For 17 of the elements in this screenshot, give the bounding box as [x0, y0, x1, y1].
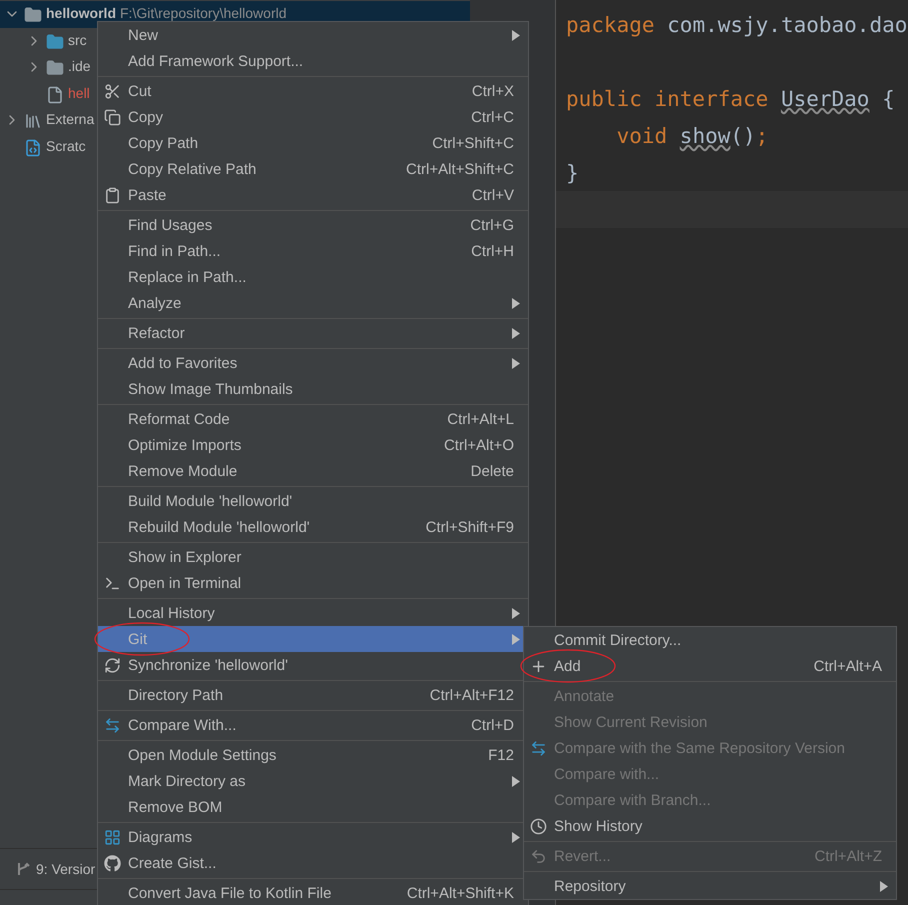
code-text: UserDao	[780, 86, 870, 110]
tree-label: helloworld	[46, 6, 116, 21]
code-text: ()	[730, 124, 756, 148]
code-text: public interface	[566, 86, 770, 110]
code-text: ;	[756, 124, 768, 148]
tree-label: hell	[68, 86, 90, 100]
code-text: void	[616, 124, 668, 148]
path-label: F:\Git\repository\helloworld	[120, 6, 287, 21]
tree-label: Externa	[46, 112, 94, 127]
code-text: }	[566, 160, 579, 184]
code-text: com.wsjy.taobao.dao	[667, 12, 908, 36]
tree-label: Scratc	[46, 138, 86, 154]
code-text: {	[881, 86, 895, 110]
tree-label: .ide	[68, 59, 91, 74]
code-text: show	[680, 124, 730, 148]
code-text: package	[566, 12, 656, 36]
tree-label: src	[68, 32, 87, 48]
